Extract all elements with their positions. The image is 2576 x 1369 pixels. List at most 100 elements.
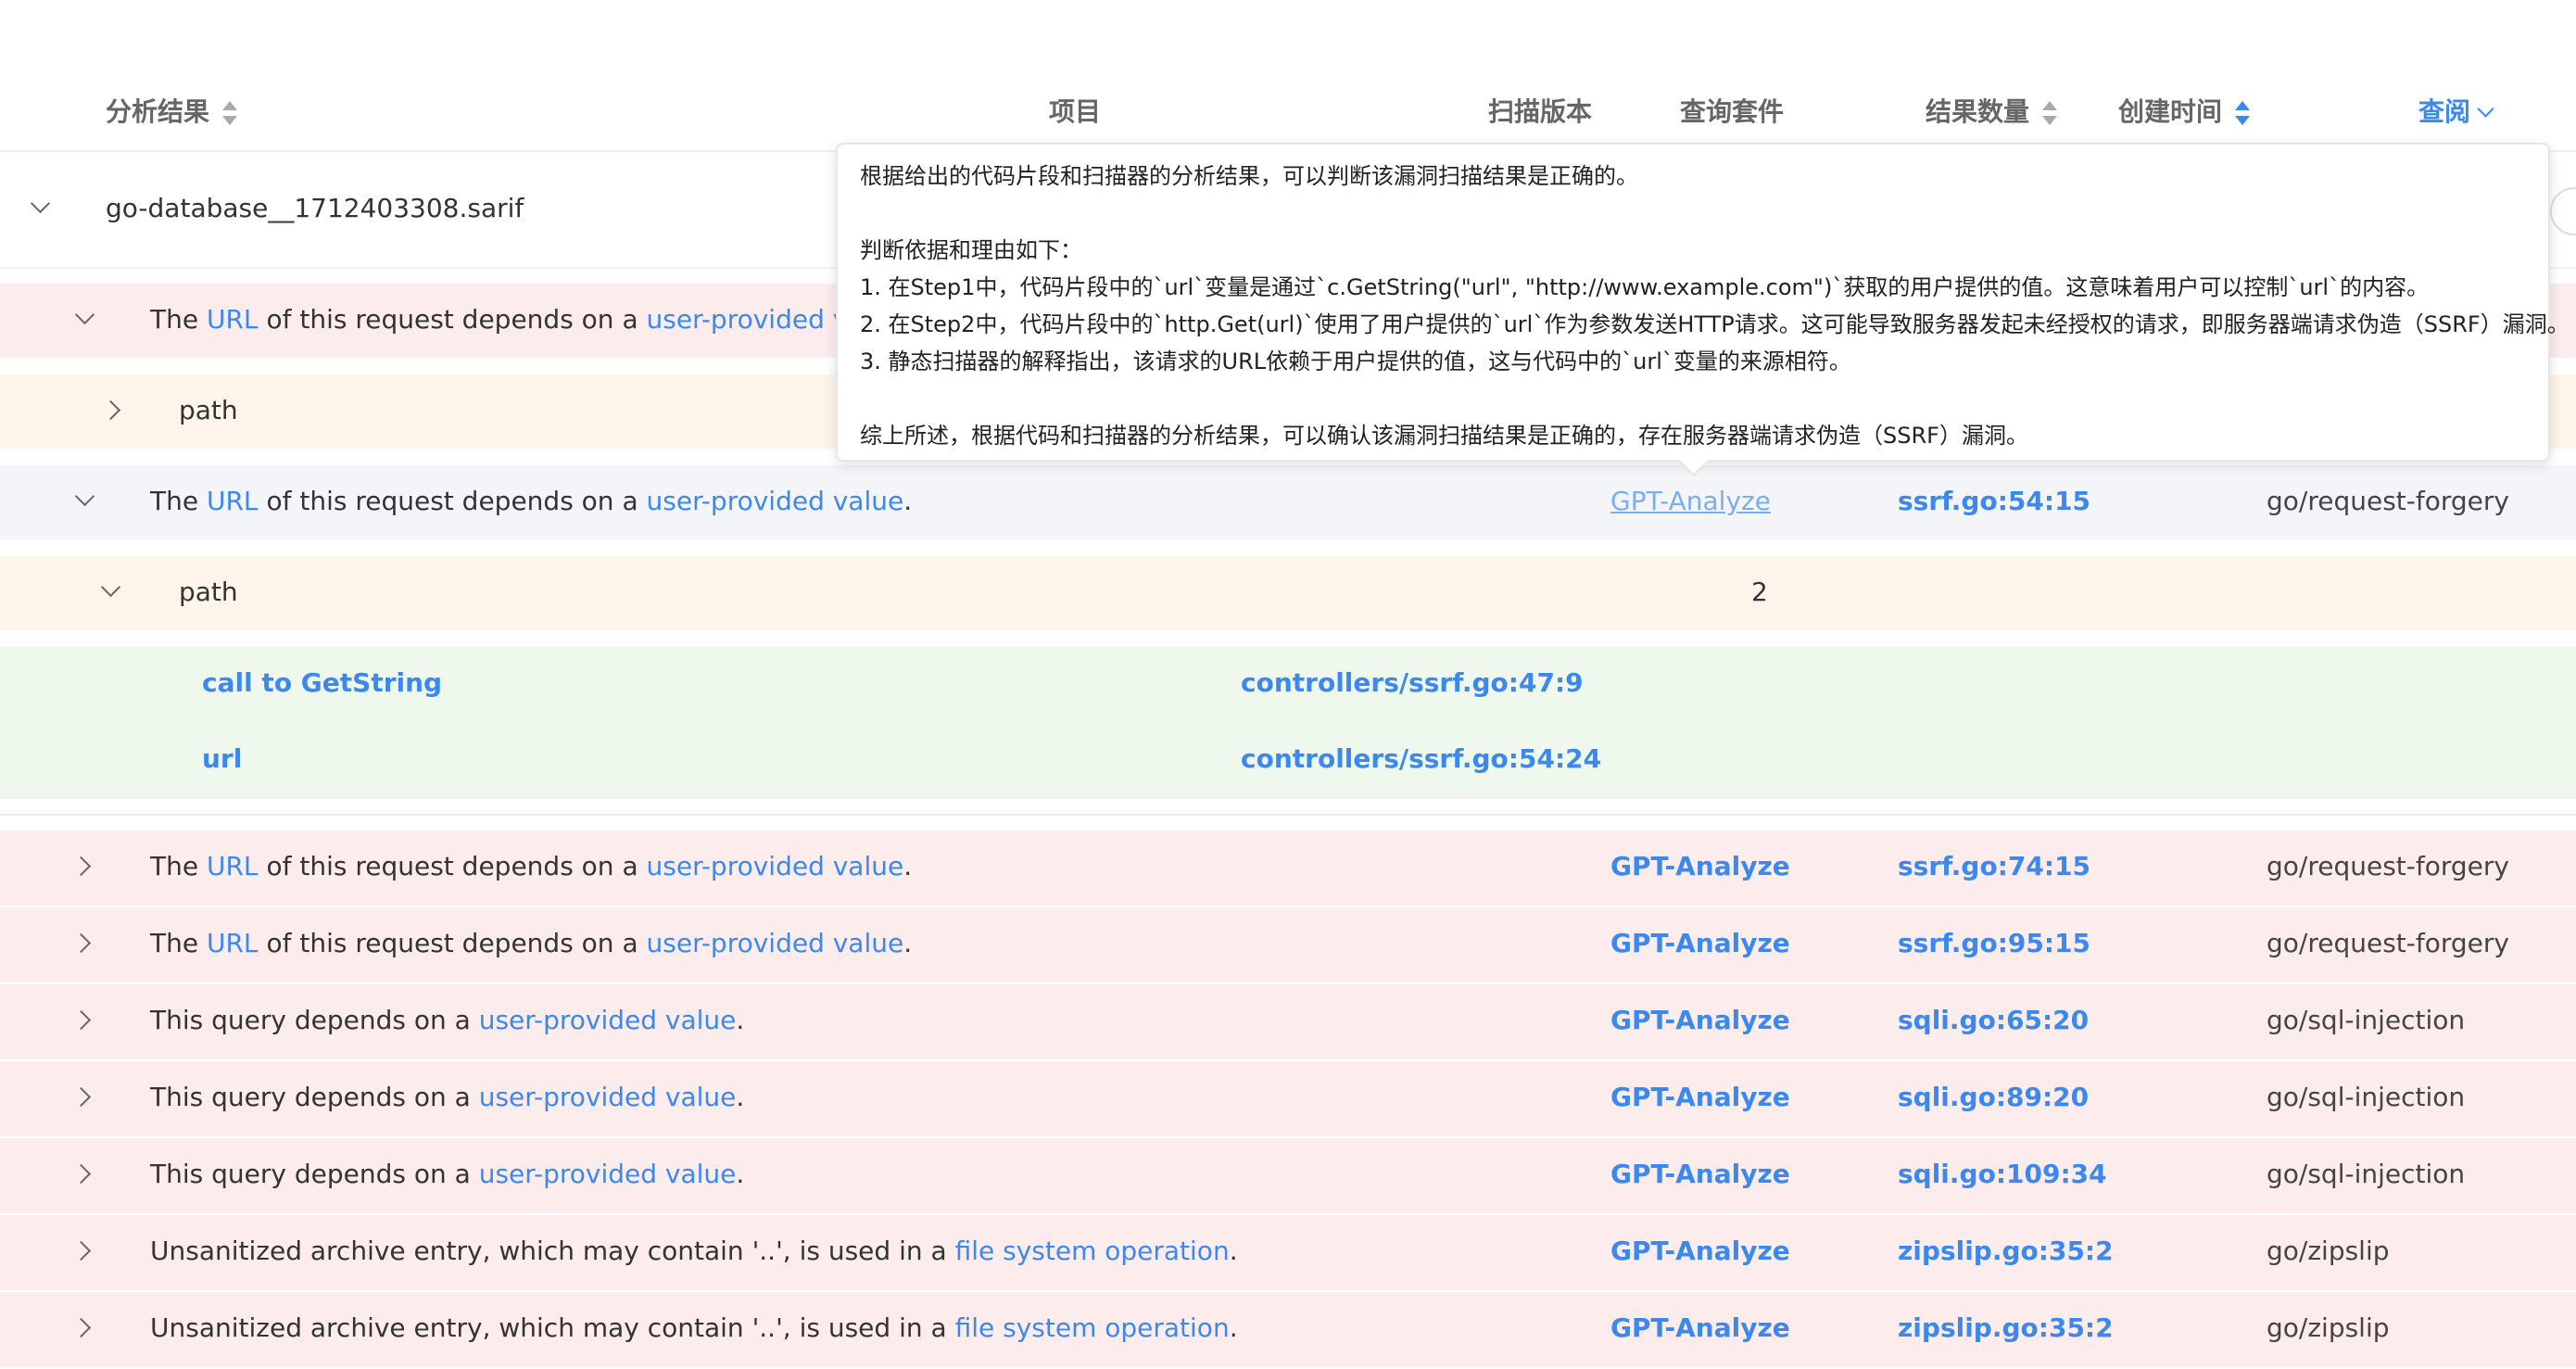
- result-text: The: [150, 486, 199, 516]
- result-text: .: [903, 928, 913, 958]
- chevron-right-icon[interactable]: [70, 1009, 92, 1031]
- chevron-right-icon[interactable]: [100, 399, 121, 421]
- result-row[interactable]: The URL of this request depends on a use…: [0, 830, 2576, 907]
- chevron-down-icon[interactable]: [100, 577, 121, 598]
- step-name[interactable]: call to GetString: [202, 667, 442, 698]
- chevron-right-icon[interactable]: [70, 1317, 92, 1338]
- folder-icon[interactable]: [2550, 187, 2576, 235]
- result-message: The URL of this request depends on a use…: [150, 851, 912, 881]
- chevron-right-icon[interactable]: [70, 1163, 92, 1185]
- path-label: path: [179, 395, 238, 425]
- chevron-right-icon[interactable]: [70, 932, 92, 954]
- location-link[interactable]: zipslip.go:35:2: [1898, 1312, 2114, 1343]
- file-name: go-database__1712403308.sarif: [106, 193, 524, 223]
- divider: [0, 799, 2576, 816]
- chevron-right-icon[interactable]: [70, 1240, 92, 1261]
- result-row[interactable]: Unsanitized archive entry, which may con…: [0, 1215, 2576, 1292]
- gpt-analyze-link[interactable]: GPT-Analyze: [1610, 1312, 1790, 1343]
- gpt-analyze-link[interactable]: GPT-Analyze: [1610, 1005, 1790, 1035]
- result-text: .: [1229, 1312, 1238, 1343]
- result-text: This query depends on a: [150, 1159, 471, 1189]
- step-location[interactable]: controllers/ssrf.go:54:24: [1241, 743, 1601, 774]
- result-text: This query depends on a: [150, 1082, 471, 1112]
- result-link[interactable]: user-provided value: [647, 928, 904, 958]
- result-text: of this request depends on a: [266, 304, 638, 335]
- result-row[interactable]: The URL of this request depends on a use…: [0, 907, 2576, 984]
- gpt-analyze-link[interactable]: GPT-Analyze: [1610, 851, 1790, 881]
- tooltip-line: 2. 在Step2中，代码片段中的`http.Get(url)`使用了用户提供的…: [860, 311, 2570, 337]
- result-link[interactable]: user-provided value: [479, 1005, 737, 1035]
- rule-id: go/request-forgery: [2267, 486, 2509, 516]
- result-message: Unsanitized archive entry, which may con…: [150, 1312, 1238, 1343]
- url-link[interactable]: URL: [207, 304, 259, 335]
- view-dropdown[interactable]: 查阅: [2418, 74, 2494, 150]
- result-text: of this request depends on a: [266, 486, 638, 516]
- result-row[interactable]: The URL of this request depends on a use…: [0, 465, 2576, 539]
- result-row[interactable]: This query depends on a user-provided va…: [0, 1061, 2576, 1138]
- rule-id: go/zipslip: [2267, 1236, 2390, 1266]
- sort-icon[interactable]: [222, 101, 238, 125]
- result-text: The: [150, 851, 199, 881]
- location-link[interactable]: ssrf.go:95:15: [1898, 928, 2090, 958]
- step-name[interactable]: url: [202, 743, 242, 774]
- view-dropdown-label: 查阅: [2418, 96, 2471, 127]
- gpt-analyze-link[interactable]: GPT-Analyze: [1610, 1159, 1790, 1189]
- result-text: .: [736, 1005, 745, 1035]
- result-message: Unsanitized archive entry, which may con…: [150, 1236, 1238, 1266]
- result-row[interactable]: This query depends on a user-provided va…: [0, 984, 2576, 1061]
- chevron-down-icon: [2477, 100, 2494, 118]
- location-link[interactable]: sqli.go:65:20: [1898, 1005, 2089, 1035]
- result-message: The URL of this request depends on a use…: [150, 304, 864, 335]
- result-text: .: [903, 486, 913, 516]
- chevron-right-icon[interactable]: [70, 1086, 92, 1108]
- result-text: .: [736, 1159, 745, 1189]
- result-link[interactable]: user-provided value: [479, 1159, 737, 1189]
- rule-id: go/sql-injection: [2267, 1159, 2466, 1189]
- path-step: call to GetString controllers/ssrf.go:47…: [0, 647, 2576, 721]
- location-link[interactable]: ssrf.go:54:15: [1898, 486, 2090, 516]
- gpt-analysis-tooltip: 根据给出的代码片段和扫描器的分析结果，可以判断该漏洞扫描结果是正确的。 判断依据…: [836, 143, 2570, 476]
- result-text: The: [150, 304, 199, 335]
- location-link[interactable]: sqli.go:89:20: [1898, 1082, 2089, 1112]
- url-link[interactable]: URL: [207, 851, 259, 881]
- result-text: .: [1229, 1236, 1238, 1266]
- result-link[interactable]: file system operation: [955, 1312, 1230, 1343]
- location-link[interactable]: zipslip.go:35:2: [1898, 1236, 2114, 1266]
- result-link[interactable]: user-provided value: [479, 1082, 737, 1112]
- path-row[interactable]: path 2: [0, 556, 2576, 630]
- step-location[interactable]: controllers/ssrf.go:47:9: [1241, 667, 1584, 698]
- location-link[interactable]: sqli.go:109:34: [1898, 1159, 2107, 1189]
- gpt-analyze-link[interactable]: GPT-Analyze: [1610, 1236, 1790, 1266]
- col-result-count[interactable]: 结果数量: [1926, 74, 2058, 150]
- url-link[interactable]: URL: [207, 928, 259, 958]
- chevron-right-icon[interactable]: [70, 856, 92, 877]
- user-provided-value-link[interactable]: user-provided value: [647, 486, 904, 516]
- chevron-down-icon[interactable]: [74, 486, 95, 507]
- result-message: The URL of this request depends on a use…: [150, 928, 912, 958]
- sort-icon[interactable]: [2235, 101, 2251, 125]
- sort-icon[interactable]: [2042, 101, 2058, 125]
- col-created-time[interactable]: 创建时间: [2118, 74, 2251, 150]
- result-text: The: [150, 928, 199, 958]
- col-analysis-result-label: 分析结果: [106, 96, 210, 127]
- gpt-analyze-link[interactable]: GPT-Analyze: [1610, 928, 1790, 958]
- result-link[interactable]: file system operation: [955, 1236, 1230, 1266]
- location-link[interactable]: ssrf.go:74:15: [1898, 851, 2090, 881]
- result-row[interactable]: This query depends on a user-provided va…: [0, 1138, 2576, 1215]
- rule-id: go/sql-injection: [2267, 1082, 2466, 1112]
- result-row[interactable]: Unsanitized archive entry, which may con…: [0, 1292, 2576, 1369]
- result-message: This query depends on a user-provided va…: [150, 1005, 744, 1035]
- rule-id: go/zipslip: [2267, 1312, 2390, 1343]
- chevron-down-icon[interactable]: [74, 304, 95, 325]
- result-text: of this request depends on a: [266, 928, 638, 958]
- result-link[interactable]: user-provided value: [647, 851, 904, 881]
- gpt-analyze-link[interactable]: GPT-Analyze: [1610, 486, 1771, 516]
- user-provided-value-link[interactable]: user-provided va: [647, 304, 865, 335]
- path-step: url controllers/ssrf.go:54:24: [0, 723, 2576, 799]
- col-analysis-result[interactable]: 分析结果: [106, 74, 238, 150]
- url-link[interactable]: URL: [207, 486, 259, 516]
- gpt-analyze-link[interactable]: GPT-Analyze: [1610, 1082, 1790, 1112]
- col-created-time-label: 创建时间: [2118, 96, 2223, 127]
- chevron-down-icon[interactable]: [30, 193, 51, 214]
- result-text: Unsanitized archive entry, which may con…: [150, 1312, 947, 1343]
